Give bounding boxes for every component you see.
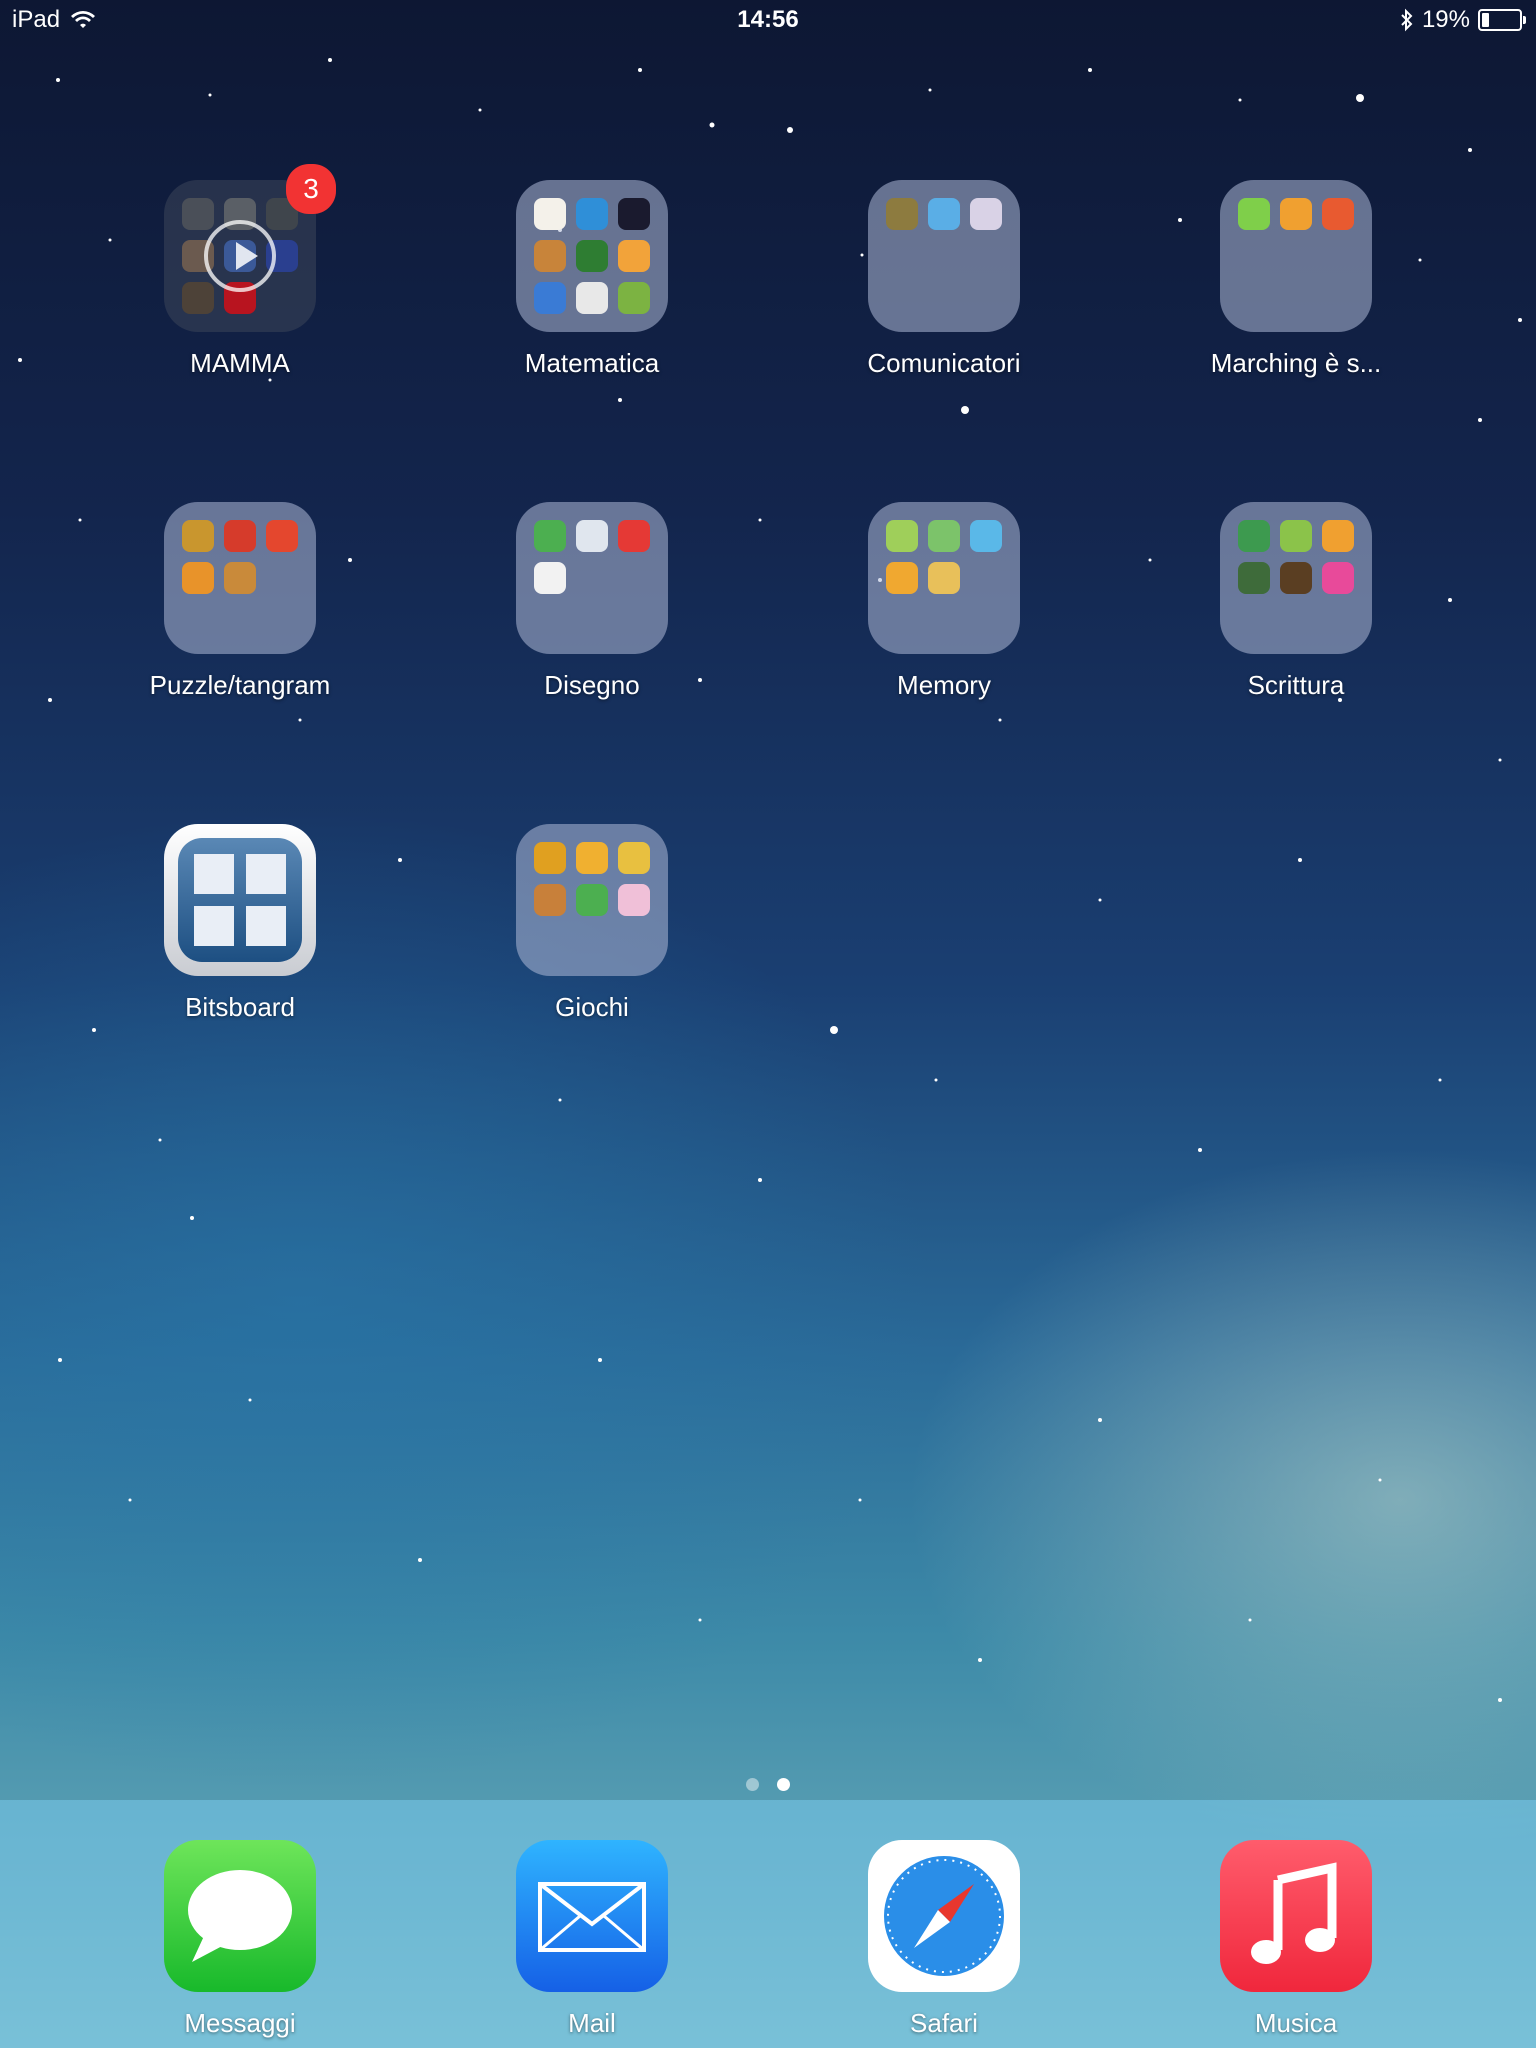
compass-icon: [868, 1840, 1020, 1992]
folder-disegno[interactable]: Disegno: [492, 502, 692, 701]
app-label: Musica: [1254, 2008, 1338, 2038]
folder-memory[interactable]: Memory: [844, 502, 1044, 701]
bitsboard-grid: [178, 838, 302, 962]
folder-icon: [516, 824, 668, 976]
battery-percent: 19%: [1421, 6, 1470, 33]
notification-badge: 3: [286, 164, 336, 214]
folder-preview: [534, 198, 650, 314]
dock-app-musica[interactable]: Musica: [1196, 1840, 1396, 2039]
battery-level: [1482, 13, 1489, 27]
status-time: 14:56: [737, 6, 799, 33]
page-dot-1[interactable]: [746, 1778, 759, 1791]
bitsboard-icon: [164, 824, 316, 976]
folder-comunicatori[interactable]: Comunicatori: [844, 180, 1044, 379]
folder-preview: [534, 520, 650, 594]
play-icon: [204, 220, 276, 292]
app-bitsboard[interactable]: Bitsboard: [140, 824, 340, 1023]
status-right: 19%: [1400, 6, 1526, 34]
folder-preview: [534, 842, 650, 916]
speech-bubble-icon: [164, 1840, 316, 1992]
folder-matematica[interactable]: Matematica: [492, 180, 692, 379]
app-label: Scrittura: [1247, 670, 1345, 700]
folder-puzzle-tangram[interactable]: Puzzle/tangram: [140, 502, 340, 701]
app-label: Matematica: [524, 348, 660, 378]
app-label: Comunicatori: [867, 348, 1021, 378]
app-label: Messaggi: [184, 2008, 296, 2038]
envelope-icon: [516, 1840, 668, 1992]
folder-preview: [182, 520, 298, 594]
folder-icon: [868, 502, 1020, 654]
folder-preview: [886, 198, 1002, 230]
app-label: Marching è s...: [1210, 348, 1382, 378]
app-label: Disegno: [544, 670, 640, 700]
folder-icon: [516, 180, 668, 332]
folder-icon: [1220, 502, 1372, 654]
app-label: Mail: [568, 2008, 616, 2038]
app-label: Giochi: [555, 992, 629, 1022]
folder-icon: [164, 502, 316, 654]
dock: Messaggi Mail Safari Musica: [0, 1800, 1536, 2048]
music-note-icon: [1220, 1840, 1372, 1992]
dock-app-safari[interactable]: Safari: [844, 1840, 1044, 2039]
folder-preview: [886, 520, 1002, 594]
app-label: Bitsboard: [185, 992, 295, 1022]
folder-giochi[interactable]: Giochi: [492, 824, 692, 1023]
app-label: Memory: [897, 670, 991, 700]
folder-icon: [516, 502, 668, 654]
folder-icon: [1220, 180, 1372, 332]
status-bar: iPad 14:56 19%: [0, 0, 1536, 40]
dock-app-mail[interactable]: Mail: [492, 1840, 692, 2039]
page-indicator[interactable]: [0, 1778, 1536, 1791]
app-label: Safari: [910, 2008, 978, 2038]
folder-scrittura[interactable]: Scrittura: [1196, 502, 1396, 701]
app-label: MAMMA: [190, 348, 290, 378]
folder-icon: 3: [164, 164, 336, 332]
battery-icon: [1478, 9, 1526, 31]
folder-icon: [868, 180, 1020, 332]
dock-app-messaggi[interactable]: Messaggi: [140, 1840, 340, 2039]
app-label: Puzzle/tangram: [149, 670, 331, 700]
folder-mamma[interactable]: 3 MAMMA: [140, 164, 340, 379]
page-dot-2[interactable]: [777, 1778, 790, 1791]
folder-preview: [1238, 520, 1354, 594]
folder-marching[interactable]: Marching è s...: [1196, 180, 1396, 379]
bluetooth-icon: [1401, 8, 1413, 32]
folder-preview: [1238, 198, 1354, 230]
